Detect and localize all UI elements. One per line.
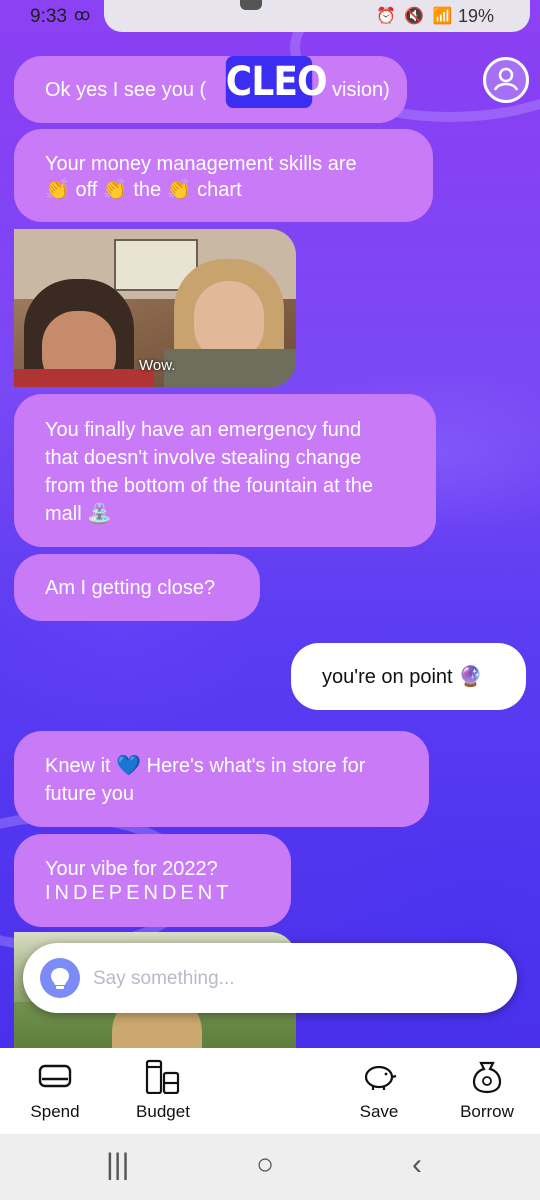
message-text: you're on point 🔮: [322, 666, 484, 688]
profile-icon: [493, 67, 519, 91]
message-text: that doesn't involve stealing change: [45, 447, 362, 469]
message-text: You finally have an emergency fund: [45, 419, 362, 441]
lightbulb-icon[interactable]: [40, 958, 80, 998]
cleo-message: Ok yes I see you ( vision): [14, 56, 407, 123]
message-composer: [23, 943, 517, 1013]
nav-spend[interactable]: Spend: [5, 1048, 105, 1134]
user-message: you're on point 🔮: [291, 643, 526, 710]
home-button[interactable]: ○: [256, 1148, 274, 1182]
message-input[interactable]: [91, 961, 495, 997]
battery-level: 19%: [458, 6, 495, 26]
bottom-nav: Spend Budget Save Borrow: [0, 1048, 540, 1134]
status-icons: ⏰ 🔇 📶: [376, 8, 455, 25]
nav-save[interactable]: Save: [329, 1048, 429, 1134]
cleo-message: Your money management skills are 👏 off 👏…: [14, 129, 433, 222]
budget-icon: [113, 1058, 213, 1095]
gif-shirt: [164, 349, 296, 387]
cleo-message: You finally have an emergency fund that …: [14, 394, 436, 547]
gif-shirt: [14, 369, 154, 387]
status-time: 9:33: [30, 6, 67, 27]
message-text: Your money management skills are: [45, 153, 357, 175]
nav-label: Borrow: [460, 1102, 514, 1121]
nav-label: Save: [359, 1102, 399, 1121]
piggy-bank-icon: [329, 1058, 429, 1094]
status-bar: 9:33 ꝏ ⏰ 🔇 📶 19%: [0, 0, 540, 32]
nav-budget[interactable]: Budget: [113, 1048, 213, 1134]
cleo-message: Knew it 💙 Here's what's in store for fut…: [14, 731, 429, 827]
message-text: Ok yes I see you (: [45, 79, 207, 101]
message-text: Am I getting close?: [45, 577, 216, 599]
message-text: Knew it 💙 Here's what's in store for: [45, 755, 366, 777]
nav-label: Budget: [136, 1102, 190, 1121]
nav-label: Spend: [30, 1102, 80, 1121]
cleo-message: Your vibe for 2022? INDEPENDENT: [14, 834, 291, 927]
gif-caption: Wow.: [139, 357, 176, 374]
message-text: INDEPENDENT: [45, 882, 233, 904]
profile-button[interactable]: [483, 57, 529, 103]
nav-borrow[interactable]: Borrow: [437, 1048, 537, 1134]
back-button[interactable]: ‹: [412, 1148, 422, 1182]
message-text: vision): [332, 79, 390, 101]
system-nav-bar: ||| ○ ‹: [0, 1134, 540, 1200]
card-icon: [5, 1058, 105, 1094]
money-bag-icon: [437, 1058, 537, 1094]
lightbulb-icon-shape: [51, 968, 69, 989]
cleo-logo: CLEO: [225, 56, 328, 108]
gif-message[interactable]: Wow.: [14, 229, 296, 387]
message-text: future you: [45, 783, 134, 805]
notch-mark: [240, 0, 262, 10]
message-text: 👏 off 👏 the 👏 chart: [45, 179, 242, 201]
voicemail-icon: ꝏ: [74, 7, 91, 24]
cleo-message: Am I getting close?: [14, 554, 260, 621]
recents-button[interactable]: |||: [106, 1148, 129, 1182]
message-text: from the bottom of the fountain at the: [45, 475, 373, 497]
message-text: mall ⛲: [45, 503, 113, 525]
